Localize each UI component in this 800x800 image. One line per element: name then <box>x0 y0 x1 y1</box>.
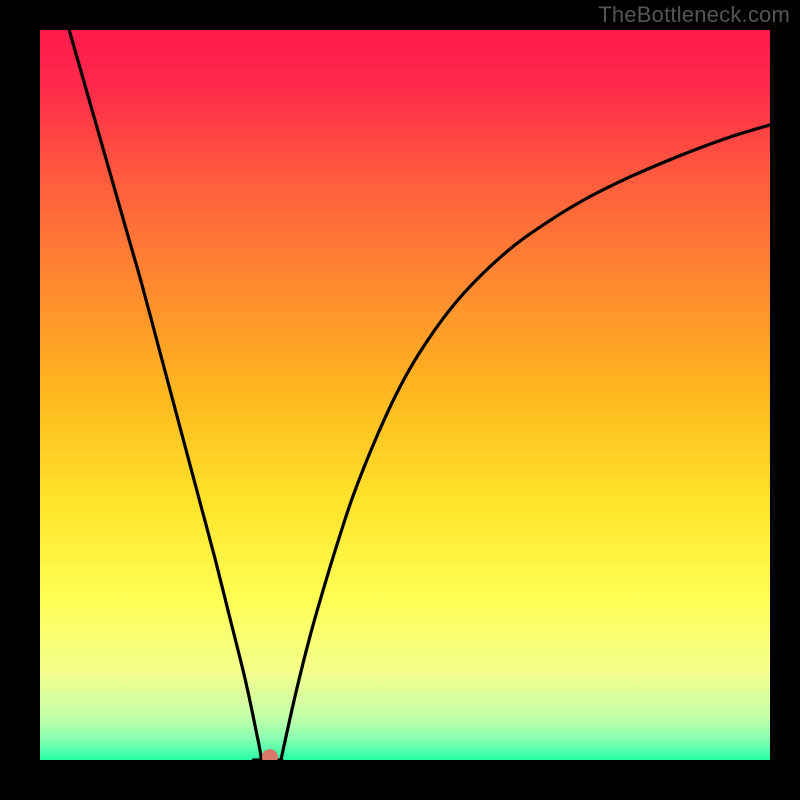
chart-frame: TheBottleneck.com <box>0 0 800 800</box>
gradient-background <box>40 30 770 760</box>
plot-area <box>40 30 770 760</box>
bottleneck-chart <box>40 30 770 760</box>
attribution-label: TheBottleneck.com <box>598 2 790 28</box>
